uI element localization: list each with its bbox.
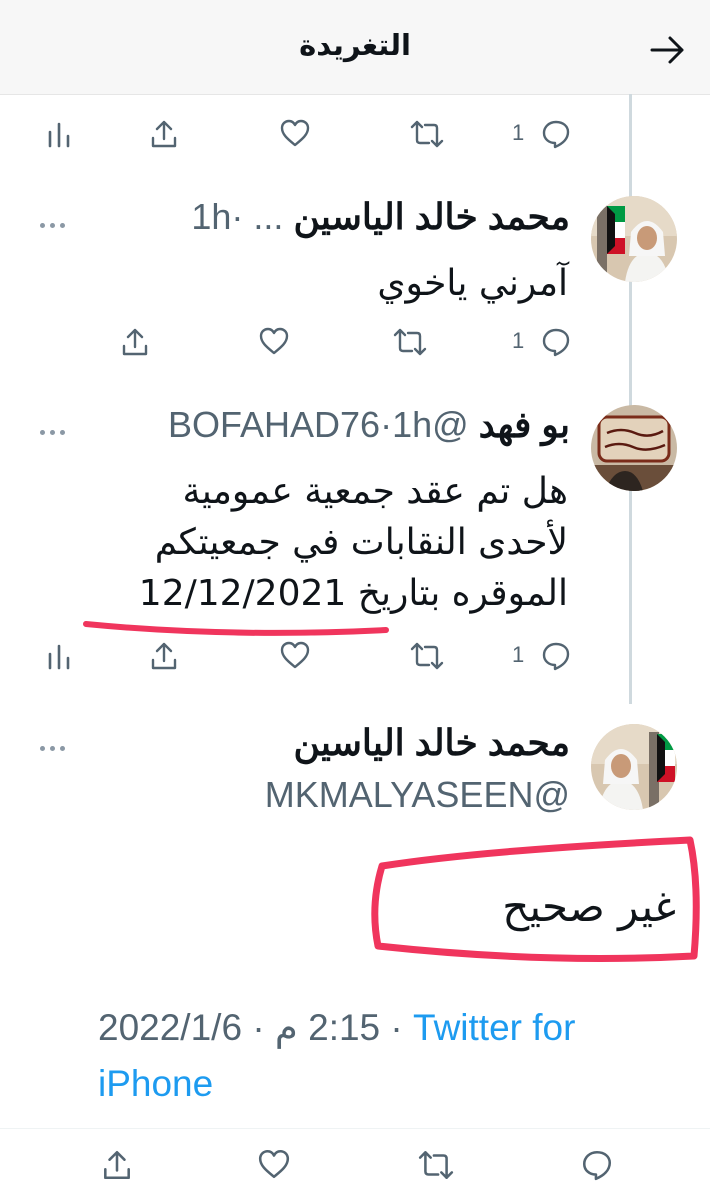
tweet-actions: 1	[0, 636, 710, 678]
user-photo	[591, 405, 677, 491]
retweet-icon	[393, 328, 427, 356]
tweet-text: آمرني ياخوي	[377, 258, 568, 309]
retweet-icon	[410, 120, 444, 148]
share-icon	[151, 120, 177, 148]
share-button[interactable]	[148, 114, 180, 154]
reply-icon	[582, 1150, 612, 1181]
retweet-icon	[418, 1151, 454, 1179]
reply-icon	[542, 642, 570, 671]
previous-tweet-actions: 1	[0, 114, 710, 156]
arrow-right-icon	[650, 36, 684, 64]
tweet-time[interactable]: 1h	[191, 196, 231, 237]
heart-icon	[280, 119, 310, 147]
top-bar: التغريدة	[0, 0, 710, 95]
tweet-clock-time[interactable]: 2:15 م	[275, 1007, 380, 1048]
back-button[interactable]	[648, 30, 688, 70]
retweet-button[interactable]	[393, 322, 427, 362]
more-options-icon[interactable]	[34, 420, 70, 435]
main-tweet-handle-line: @MKMALYASEEN	[265, 774, 570, 816]
analytics-icon	[48, 122, 70, 148]
heart-icon	[259, 327, 289, 355]
reply-button[interactable]: 1	[510, 114, 576, 154]
user-handle[interactable]: @MKMALYASEEN	[265, 774, 570, 815]
retweet-button[interactable]	[418, 1144, 454, 1184]
avatar[interactable]	[591, 196, 677, 282]
reply-count: 1	[512, 328, 525, 353]
share-button[interactable]	[100, 1144, 134, 1184]
user-photo	[591, 196, 677, 282]
analytics-icon	[48, 644, 70, 670]
divider	[0, 1128, 710, 1129]
share-button[interactable]	[148, 636, 180, 676]
share-icon	[151, 642, 177, 670]
reply-button[interactable]	[580, 1144, 614, 1184]
page-title: التغريدة	[299, 28, 411, 62]
display-name[interactable]: محمد خالد الياسين	[293, 196, 570, 237]
tweet-actions: 1	[0, 322, 710, 364]
retweet-button[interactable]	[410, 114, 444, 154]
main-tweet-text: غير صحيح	[502, 882, 676, 931]
heart-icon	[258, 1149, 290, 1179]
thread-connector	[629, 94, 632, 704]
display-name[interactable]: محمد خالد الياسين	[293, 722, 570, 763]
share-button[interactable]	[119, 322, 151, 362]
reply-button[interactable]: 1	[510, 636, 576, 676]
heart-icon	[280, 641, 310, 669]
tweet-date[interactable]: 2022/1/6	[98, 1007, 242, 1048]
retweet-icon	[410, 642, 444, 670]
dot-separator: ·	[390, 1007, 403, 1048]
dot-separator: ·	[231, 196, 244, 237]
dot-separator: ·	[252, 1007, 265, 1048]
tweet-author-line: محمد خالد الياسين ... ·1h	[191, 196, 570, 238]
reply-count: 1	[512, 642, 525, 667]
retweet-button[interactable]	[410, 636, 444, 676]
dot-separator: ·	[380, 404, 393, 445]
share-icon	[104, 1150, 130, 1180]
like-button[interactable]	[258, 322, 290, 362]
like-button[interactable]	[257, 1144, 291, 1184]
reply-icon	[542, 328, 570, 357]
tweet-text-line: لأحدى النقابات في جمعيتكم	[154, 522, 568, 563]
analytics-button[interactable]	[47, 636, 71, 676]
tweet-text: هل تم عقد جمعية عمومية لأحدى النقابات في…	[139, 466, 568, 619]
like-button[interactable]	[279, 114, 311, 154]
like-button[interactable]	[279, 636, 311, 676]
tweet-text-line: هل تم عقد جمعية عمومية	[182, 471, 568, 512]
avatar[interactable]	[591, 724, 677, 810]
more-options-icon[interactable]	[34, 213, 70, 228]
tweet-author-line: بو فهد @BOFAHAD76·1h	[168, 404, 570, 446]
name-ellipsis: ...	[253, 196, 284, 237]
reply-count: 1	[512, 120, 525, 145]
share-icon	[122, 328, 148, 356]
reply-button[interactable]: 1	[510, 322, 576, 362]
avatar[interactable]	[591, 405, 677, 491]
user-photo	[591, 724, 677, 810]
tweet-text-line: آمرني ياخوي	[377, 263, 568, 304]
display-name[interactable]: بو فهد	[479, 404, 570, 445]
analytics-button[interactable]	[47, 114, 71, 154]
tweet-metadata: 2022/1/6 · 2:15 م · Twitter for iPhone	[98, 1000, 688, 1112]
main-tweet-actions	[0, 1144, 710, 1186]
reply-icon	[542, 120, 570, 149]
more-options-icon[interactable]	[34, 736, 70, 751]
tweet-time[interactable]: 1h	[392, 404, 432, 445]
main-tweet-author: محمد خالد الياسين	[293, 722, 570, 764]
